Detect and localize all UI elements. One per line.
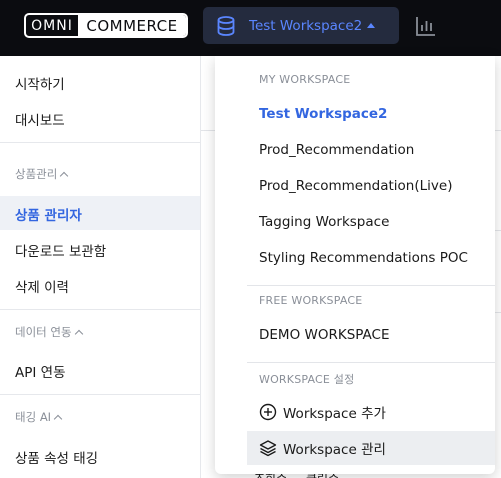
sidebar-item-delete-history[interactable]: 삭제 이력 xyxy=(15,276,69,296)
sidebar-item-getting-started[interactable]: 시작하기 xyxy=(15,73,65,93)
sidebar-item-api-integration[interactable]: API 연동 xyxy=(15,361,66,381)
manage-workspace-label: Workspace 관리 xyxy=(283,442,386,458)
workspace-settings-header: WORKSPACE 설정 xyxy=(259,373,355,386)
sidebar-group-label: 상품관리 xyxy=(15,167,58,181)
logo-commerce-text: COMMERCE xyxy=(78,15,186,36)
omni-commerce-logo[interactable]: OMNI COMMERCE xyxy=(24,13,188,38)
sidebar-group-label: 데이터 연동 xyxy=(15,325,72,339)
sidebar-item-product-attribute-tagging[interactable]: 상품 속성 태깅 xyxy=(15,447,98,467)
workspace-selector-label: Test Workspace2 xyxy=(249,17,363,34)
sidebar: 시작하기 대시보드 상품관리 상품 관리자 다운로드 보관함 삭제 이력 데이터… xyxy=(0,56,201,478)
layers-icon xyxy=(259,439,277,457)
sidebar-item-dashboard[interactable]: 대시보드 xyxy=(15,109,65,129)
workspace-item-test-workspace2[interactable]: Test Workspace2 xyxy=(259,106,387,122)
sidebar-item-product-manager[interactable]: 상품 관리자 xyxy=(15,204,82,224)
chevron-up-icon xyxy=(74,329,83,338)
workspace-item-tagging-workspace[interactable]: Tagging Workspace xyxy=(259,214,389,230)
sidebar-group-label: 태깅 AI xyxy=(15,410,52,424)
sidebar-group-product-management[interactable]: 상품관리 xyxy=(15,166,69,182)
workspace-item-prod-recommendation[interactable]: Prod_Recommendation xyxy=(259,142,414,158)
workspace-dropdown-menu: MY WORKSPACE Test Workspace2 Prod_Recomm… xyxy=(215,56,495,474)
sidebar-group-tagging-ai[interactable]: 태깅 AI xyxy=(15,409,63,425)
caret-up-icon xyxy=(367,23,376,28)
workspace-selector-button[interactable]: Test Workspace2 xyxy=(203,7,399,44)
free-workspace-header: FREE WORKSPACE xyxy=(259,294,363,307)
database-icon xyxy=(215,15,237,37)
my-workspace-header: MY WORKSPACE xyxy=(259,73,351,86)
sidebar-item-download-archive[interactable]: 다운로드 보관함 xyxy=(15,240,106,260)
workspace-item-styling-recommendations-poc[interactable]: Styling Recommendations POC xyxy=(259,250,468,266)
dropdown-divider xyxy=(247,285,495,286)
chevron-up-icon xyxy=(60,171,69,180)
logo-omni-text: OMNI xyxy=(31,17,73,34)
plus-circle-icon xyxy=(259,403,277,421)
sidebar-group-data-integration[interactable]: 데이터 연동 xyxy=(15,324,83,340)
workspace-item-prod-recommendation-live[interactable]: Prod_Recommendation(Live) xyxy=(259,178,452,194)
sidebar-divider xyxy=(0,309,200,310)
manage-workspace-button[interactable]: Workspace 관리 xyxy=(247,431,495,465)
workspace-item-demo-workspace[interactable]: DEMO WORKSPACE xyxy=(259,327,390,343)
add-workspace-button[interactable]: Workspace 추가 xyxy=(247,395,495,429)
bar-chart-icon[interactable] xyxy=(415,15,437,37)
add-workspace-label: Workspace 추가 xyxy=(283,406,386,422)
sidebar-divider xyxy=(0,394,200,395)
dropdown-divider xyxy=(247,362,495,363)
chevron-up-icon xyxy=(53,414,63,423)
top-navigation-bar: OMNI COMMERCE Test Workspace2 xyxy=(0,0,501,56)
sidebar-divider xyxy=(0,142,200,143)
